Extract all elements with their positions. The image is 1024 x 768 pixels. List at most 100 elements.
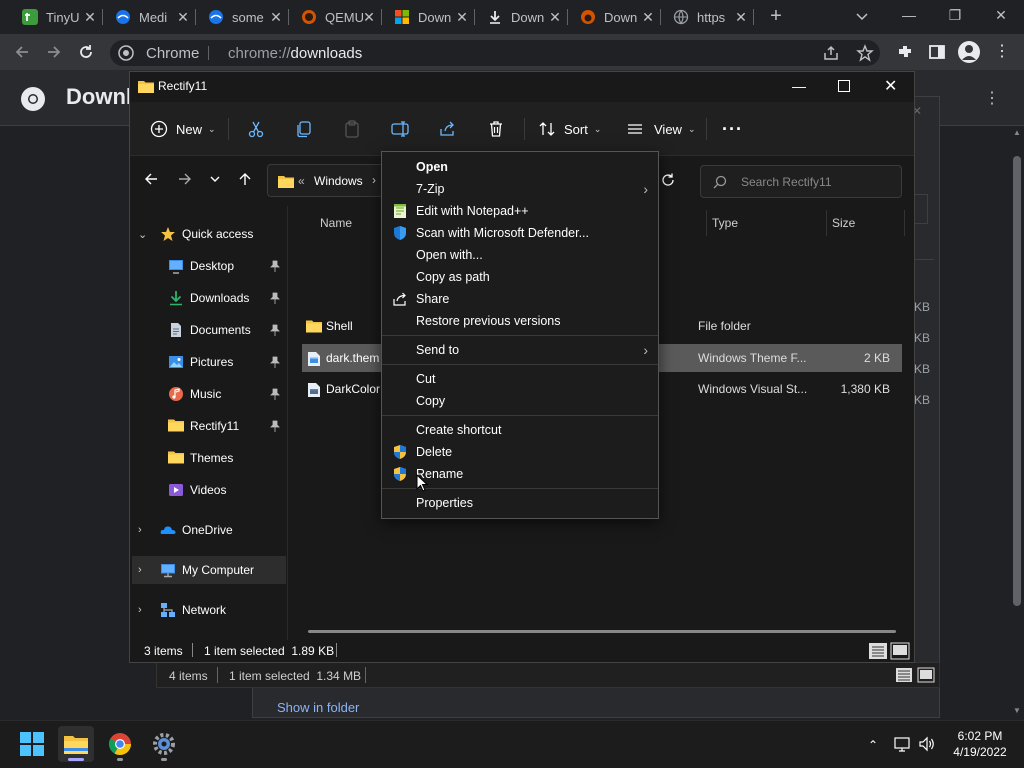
sidebar-item-themes[interactable]: Themes <box>132 444 286 472</box>
taskbar-file-explorer[interactable] <box>58 726 94 762</box>
sidebar-item-network[interactable]: › Network <box>132 596 286 624</box>
forward-icon[interactable] <box>44 42 64 62</box>
extensions-icon[interactable] <box>896 43 914 61</box>
forward-arrow-icon[interactable] <box>176 170 194 188</box>
menu-item-send-to[interactable]: Send to › <box>382 339 658 361</box>
search-box[interactable]: Search Rectify11 <box>700 165 902 198</box>
show-in-folder-link[interactable]: Show in folder <box>277 700 359 715</box>
menu-item-open[interactable]: Open <box>382 156 658 178</box>
menu-item-share[interactable]: Share <box>382 288 658 310</box>
scrollbar-thumb[interactable] <box>1013 156 1021 606</box>
sidebar-item-rectify11[interactable]: Rectify11 <box>132 412 286 440</box>
browser-tab[interactable]: some ✕ <box>196 0 289 34</box>
close-icon[interactable]: ✕ <box>269 10 283 24</box>
copy-button[interactable] <box>295 116 313 142</box>
menu-item-7-zip[interactable]: 7-Zip › <box>382 178 658 200</box>
address-overflow-chevrons[interactable]: « <box>298 174 305 188</box>
recent-locations-icon[interactable] <box>208 170 222 188</box>
address-bar[interactable]: « Windows › <box>267 164 391 197</box>
omnibox[interactable]: Chrome chrome://downloads <box>110 40 880 66</box>
browser-close-button[interactable]: ✕ <box>988 4 1014 26</box>
browser-tab[interactable]: Down ✕ <box>382 0 475 34</box>
browser-menu-icon[interactable]: ⋮ <box>994 43 1010 61</box>
scroll-down-icon[interactable]: ▼ <box>1013 706 1021 715</box>
menu-item-restore-previous-versions[interactable]: Restore previous versions <box>382 310 658 332</box>
explorer-close-button[interactable]: ✕ <box>884 76 897 96</box>
browser-tab[interactable]: Down ✕ <box>568 0 661 34</box>
column-header-name[interactable]: Name <box>320 216 352 230</box>
explorer-titlebar[interactable]: Rectify11 — ✕ <box>130 72 914 102</box>
close-icon[interactable]: ✕ <box>176 10 190 24</box>
explorer-maximize-button[interactable] <box>838 80 850 92</box>
profile-avatar[interactable] <box>958 41 980 63</box>
omnibox-url[interactable]: chrome://downloads <box>228 45 362 62</box>
sidebar-item-desktop[interactable]: Desktop <box>132 252 286 280</box>
browser-restore-button[interactable]: ❐ <box>942 4 968 26</box>
close-icon[interactable]: ✕ <box>362 10 376 24</box>
close-icon[interactable]: ✕ <box>734 10 748 24</box>
system-clock[interactable]: 6:02 PM 4/19/2022 <box>940 728 1020 760</box>
see-more-button[interactable]: ··· <box>722 116 743 142</box>
explorer-minimize-button[interactable]: — <box>792 78 808 94</box>
browser-tab[interactable]: TinyU ✕ <box>10 0 103 34</box>
delete-button[interactable] <box>487 116 505 142</box>
menu-item-copy[interactable]: Copy <box>382 390 658 412</box>
menu-item-copy-as-path[interactable]: Copy as path <box>382 266 658 288</box>
close-icon[interactable]: ✕ <box>641 10 655 24</box>
sidebar-item-onedrive[interactable]: › OneDrive <box>132 516 286 544</box>
network-status-icon[interactable] <box>894 736 912 752</box>
column-header-size[interactable]: Size <box>832 216 855 230</box>
sidebar-item-documents[interactable]: Documents <box>132 316 286 344</box>
chevron-right-icon[interactable]: › <box>138 524 156 536</box>
chevron-right-icon[interactable]: › <box>138 604 156 616</box>
sort-button[interactable]: Sort ⌄ <box>538 116 601 142</box>
reload-icon[interactable] <box>76 42 96 62</box>
menu-item-scan-with-microsoft-defender[interactable]: Scan with Microsoft Defender... <box>382 222 658 244</box>
sidebar-item-quick-access[interactable]: ⌄ Quick access <box>132 220 286 248</box>
bookmark-star-icon[interactable] <box>856 44 874 62</box>
menu-item-cut[interactable]: Cut <box>382 368 658 390</box>
refresh-icon[interactable] <box>660 172 676 188</box>
horizontal-scrollbar[interactable] <box>308 630 896 633</box>
downloads-more-icon[interactable]: ⋮ <box>984 88 1000 108</box>
tiles-view-icon[interactable] <box>890 642 910 660</box>
tiles-view-icon[interactable] <box>917 667 935 683</box>
volume-icon[interactable] <box>918 736 936 752</box>
menu-item-delete[interactable]: Delete <box>382 441 658 463</box>
start-button[interactable] <box>14 726 50 762</box>
cut-button[interactable] <box>247 116 265 142</box>
details-view-icon[interactable] <box>895 667 913 683</box>
sidebar-item-videos[interactable]: Videos <box>132 476 286 504</box>
paste-button[interactable] <box>343 116 361 142</box>
scroll-up-icon[interactable]: ▲ <box>1013 128 1021 137</box>
chevron-down-icon[interactable]: ⌄ <box>138 228 156 241</box>
view-button[interactable]: View ⌄ <box>626 116 696 142</box>
browser-tab[interactable]: Down ✕ <box>475 0 568 34</box>
share-page-icon[interactable] <box>822 44 840 62</box>
chevron-right-icon[interactable]: › <box>138 564 156 576</box>
breadcrumb-chevron-icon[interactable]: › <box>372 173 376 187</box>
close-icon[interactable]: ✕ <box>548 10 562 24</box>
back-icon[interactable] <box>12 42 32 62</box>
sidebar-item-pictures[interactable]: Pictures <box>132 348 286 376</box>
side-panel-icon[interactable] <box>928 43 946 61</box>
sidebar-item-downloads[interactable]: Downloads <box>132 284 286 312</box>
column-header-type[interactable]: Type <box>712 216 738 230</box>
menu-item-create-shortcut[interactable]: Create shortcut <box>382 419 658 441</box>
up-arrow-icon[interactable] <box>236 170 254 188</box>
browser-minimize-button[interactable]: — <box>896 4 922 26</box>
share-button[interactable] <box>439 116 457 142</box>
taskbar-chrome[interactable] <box>102 726 138 762</box>
new-tab-button[interactable]: + <box>764 5 788 29</box>
sidebar-item-my-computer[interactable]: › My Computer <box>132 556 286 584</box>
rename-button[interactable] <box>391 116 411 142</box>
browser-tab[interactable]: Medi ✕ <box>103 0 196 34</box>
close-icon[interactable]: ✕ <box>83 10 97 24</box>
taskbar-settings[interactable] <box>146 726 182 762</box>
menu-item-edit-with-notepad[interactable]: Edit with Notepad++ <box>382 200 658 222</box>
sidebar-item-music[interactable]: Music <box>132 380 286 408</box>
browser-tab[interactable]: QEMU ✕ <box>289 0 382 34</box>
tray-overflow-icon[interactable]: ⌃ <box>868 738 878 752</box>
address-folder-windows[interactable]: Windows <box>314 174 363 188</box>
details-view-icon[interactable] <box>868 642 888 660</box>
